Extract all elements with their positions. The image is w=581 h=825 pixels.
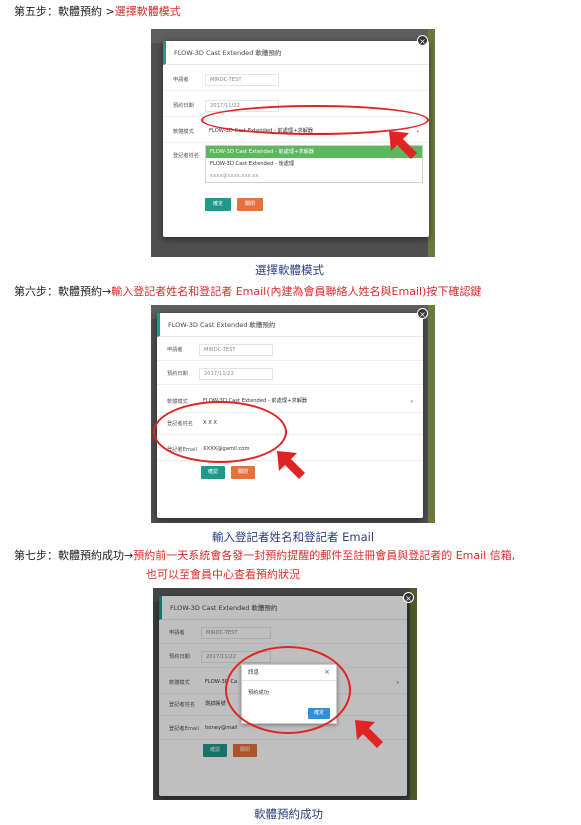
label-mode: 軟體模式 (167, 399, 188, 405)
step6-highlight: 輸入登記者姓名和登記者 Email(內建為會員聯絡人姓名與Email)按下確認鍵 (111, 285, 482, 298)
label-date: 預約日期 (173, 103, 194, 109)
row-applicant: 申請者 MIRDC-TEST (157, 339, 423, 361)
step7-screenshot: FLOW-3D Cast Extended 軟體預約 申請者 MIRDC-TES… (153, 588, 417, 800)
confirm-button[interactable]: 確認 (201, 466, 225, 479)
label-applicant: 申請者 (173, 77, 189, 83)
pointer-arrow-icon (355, 720, 383, 748)
step6-instruction: 第六步：軟體預約→輸入登記者姓名和登記者 Email(內建為會員聯絡人姓名與Em… (14, 284, 481, 299)
arrow-glyph: → (102, 285, 112, 298)
dropdown-option[interactable]: xxxx@xxxx.xxx.xx (206, 170, 422, 182)
modal-title: FLOW-3D Cast Extended 軟體預約 (163, 41, 429, 65)
step5-caption: 選擇軟體模式 (255, 263, 324, 277)
label-applicant: 申請者 (167, 347, 183, 353)
label-mode: 軟體模式 (173, 129, 194, 135)
confirm-button[interactable]: 確定 (205, 198, 231, 211)
row-applicant: 申請者 MIRDC-TEST (163, 69, 429, 91)
date-field[interactable]: 2017/11/22 (199, 368, 273, 380)
step5-prefix: 第五步：軟體預約 (14, 5, 106, 18)
row-date: 預約日期 2017/11/22 (157, 363, 423, 385)
pointer-arrow-icon (389, 131, 417, 159)
step7-prefix: 第七步：軟體預約成功 (14, 549, 124, 562)
applicant-field[interactable]: MIRDC-TEST (199, 344, 273, 356)
step5-instruction: 第五步：軟體預約 >選擇軟體模式 (14, 4, 181, 19)
step7-caption: 軟體預約成功 (254, 807, 323, 821)
arrow-glyph: > (105, 5, 115, 18)
step5-screenshot: FLOW-3D Cast Extended 軟體預約 申請者 MIRDC-TES… (151, 29, 435, 257)
modal-title: FLOW-3D Cast Extended 軟體預約 (157, 313, 423, 337)
side-strip (428, 305, 435, 523)
close-icon[interactable]: × (417, 308, 428, 319)
chevron-down-icon[interactable]: ▾ (410, 399, 413, 405)
step7-highlight-line2: 也可以至會員中心查看預約狀況 (146, 568, 300, 581)
applicant-field[interactable]: MIRDC-TEST (205, 74, 279, 86)
close-icon[interactable]: × (417, 35, 428, 46)
label-name: 登記者姓名 (173, 153, 199, 159)
highlight-ellipse (153, 401, 287, 463)
step7-highlight-line1: 預約前一天系統會各發一封預約提醒的郵件至註冊會員與登記者的 Email 信箱, (133, 549, 516, 562)
cancel-button[interactable]: 關閉 (237, 198, 263, 211)
pointer-arrow-icon (277, 451, 305, 479)
step7-instruction: 第七步：軟體預約成功→預約前一天系統會各發一封預約提醒的郵件至註冊會員與登記者的… (14, 548, 515, 563)
step6-caption: 輸入登記者姓名和登記者 Email (212, 530, 375, 544)
step5-highlight: 選擇軟體模式 (114, 5, 181, 18)
highlight-ellipse (225, 646, 351, 734)
side-strip (428, 29, 435, 257)
arrow-glyph: → (124, 549, 134, 562)
step6-screenshot: FLOW-3D Cast Extended 軟體預約 申請者 MIRDC-TES… (151, 305, 435, 523)
label-date: 預約日期 (167, 371, 188, 377)
cancel-button[interactable]: 關閉 (231, 466, 255, 479)
close-icon[interactable]: × (403, 592, 414, 603)
step6-prefix: 第六步：軟體預約 (14, 285, 102, 298)
